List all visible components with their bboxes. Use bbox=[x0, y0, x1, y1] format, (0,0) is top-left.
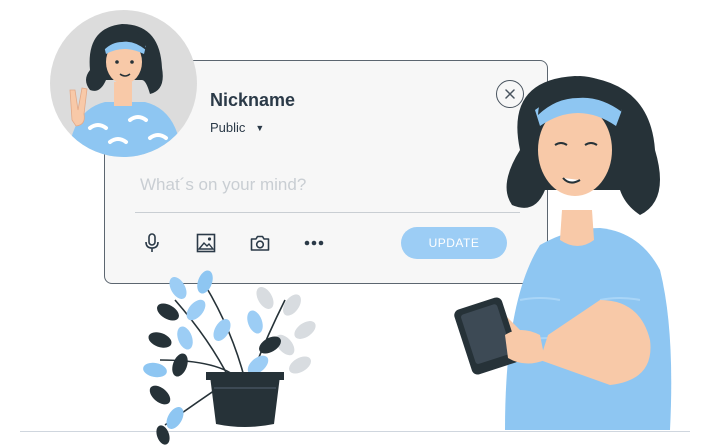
woman-illustration bbox=[454, 76, 672, 430]
